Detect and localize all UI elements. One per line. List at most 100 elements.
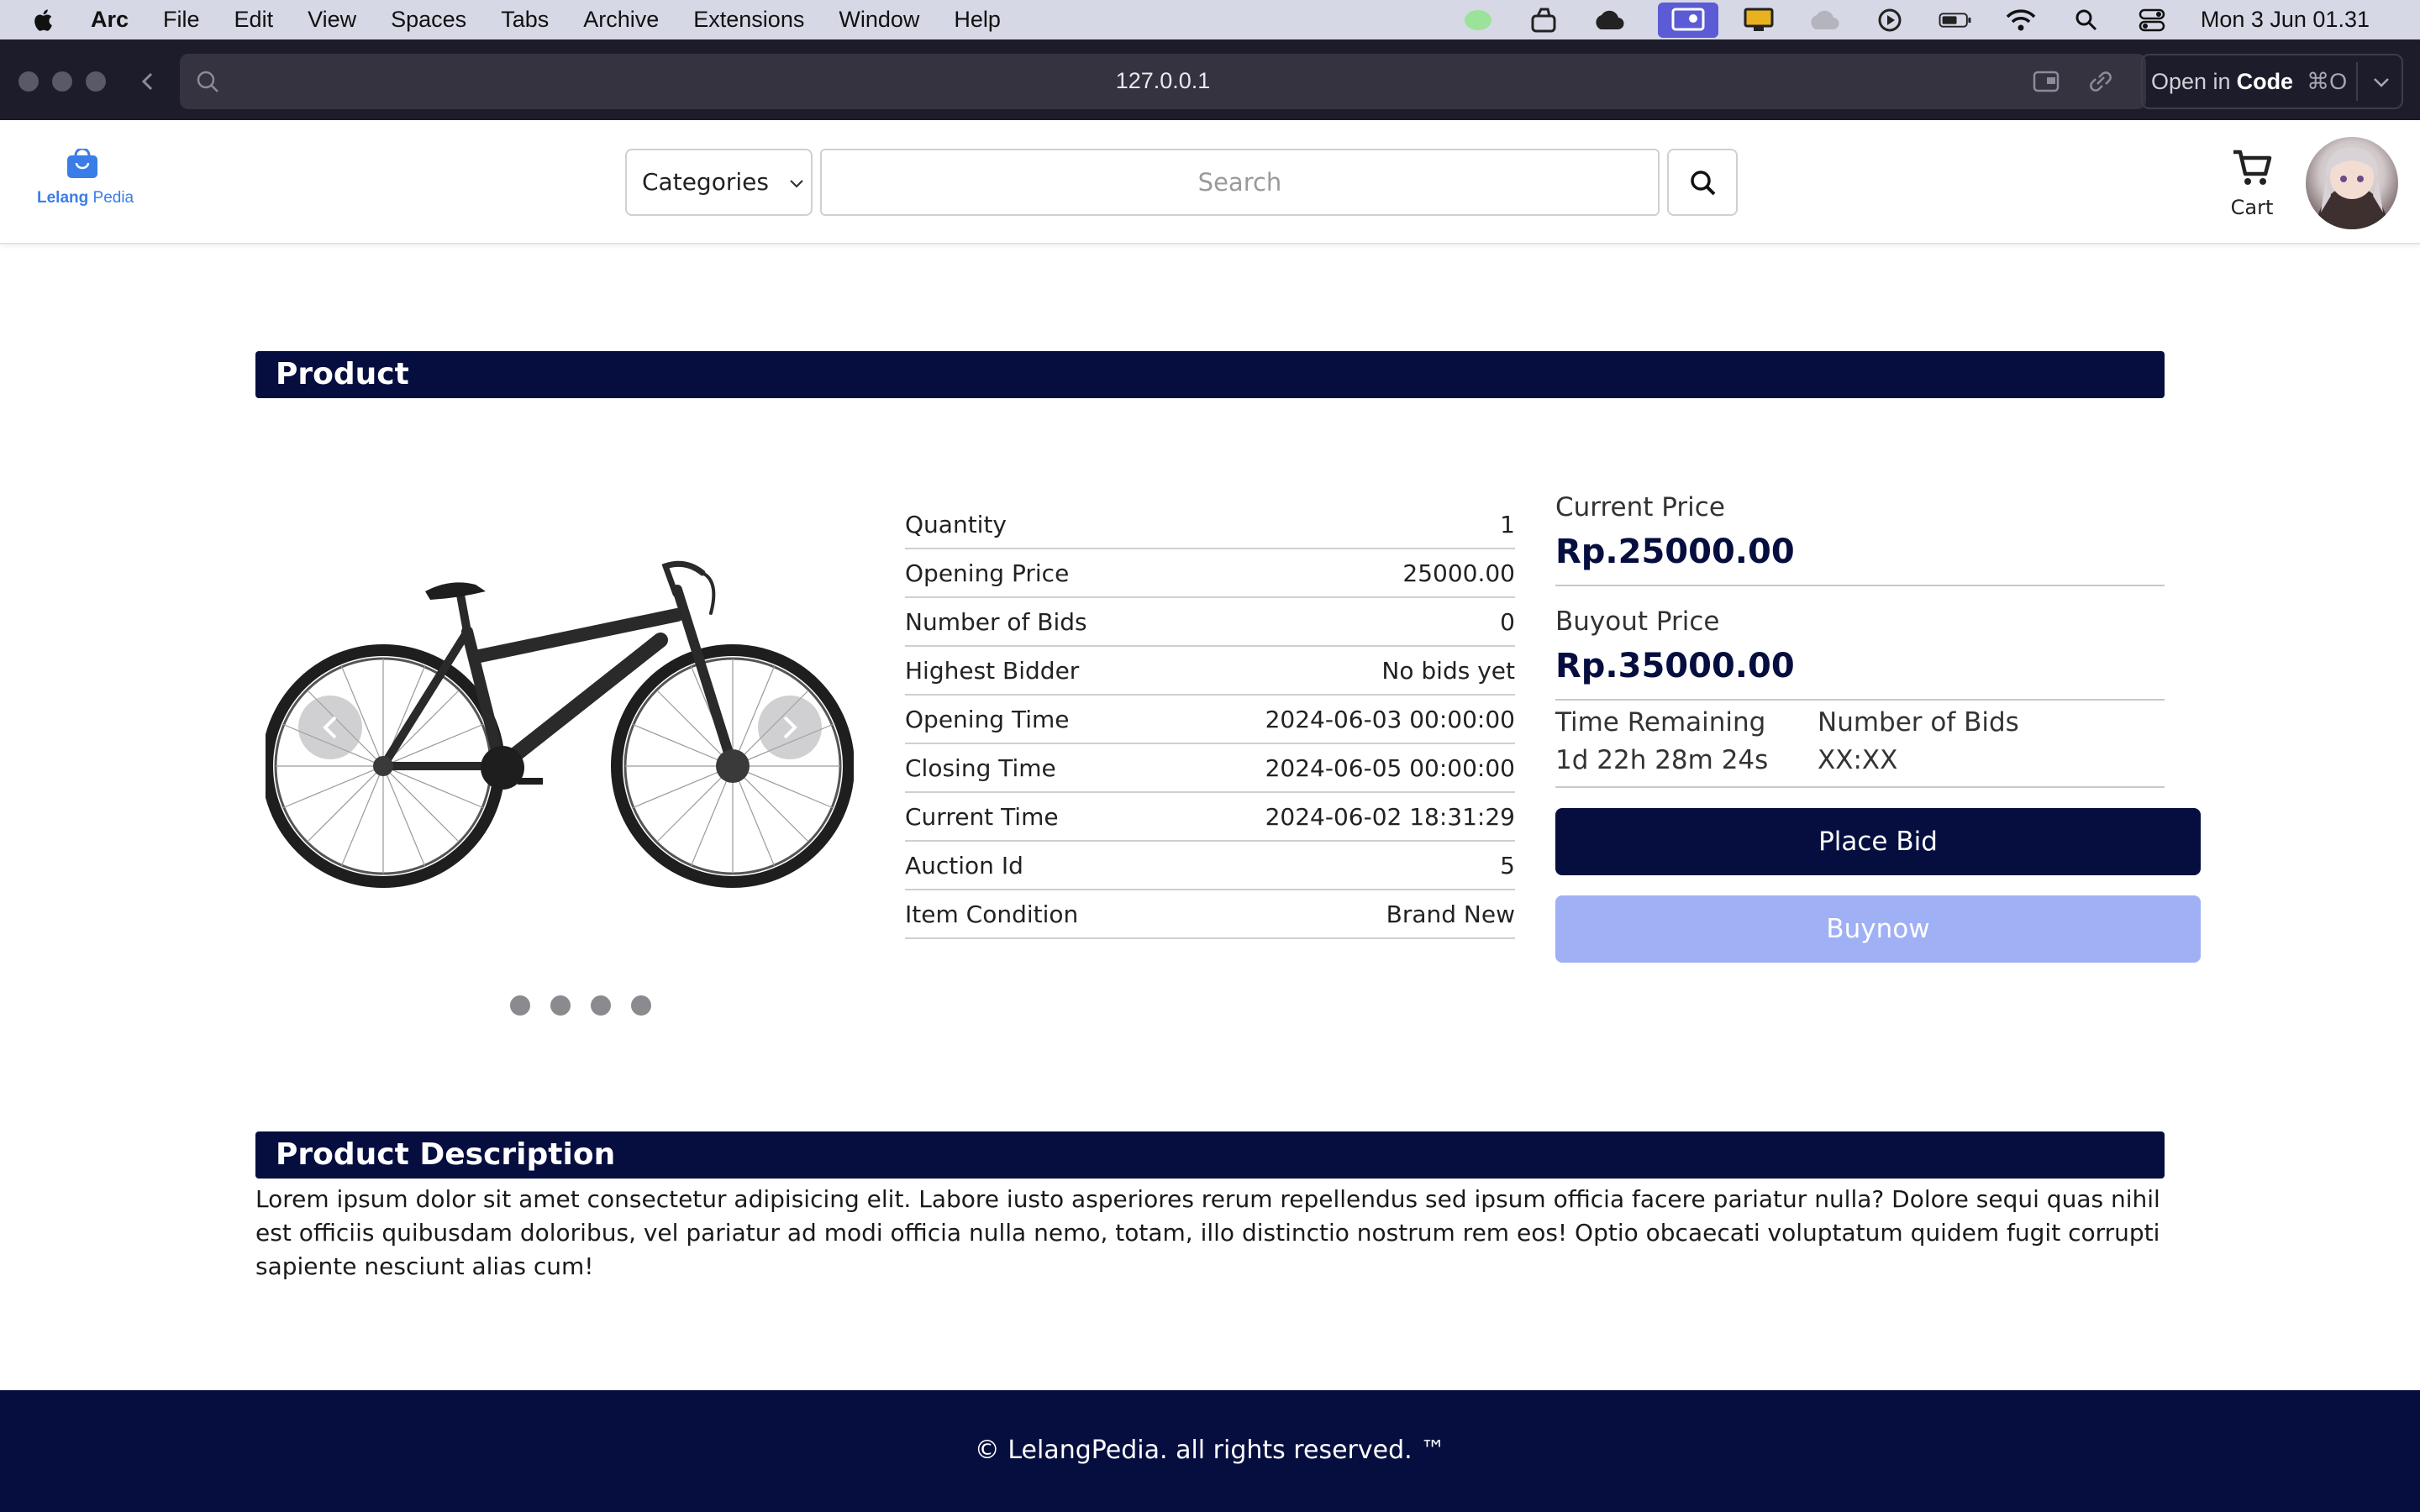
carousel-prev-button[interactable] (298, 696, 362, 759)
detail-label: Current Time (905, 803, 1059, 831)
play-status-icon[interactable] (1873, 7, 1907, 34)
categories-label: Categories (642, 168, 769, 196)
menu-archive[interactable]: Archive (583, 7, 659, 33)
battery-icon[interactable] (1939, 7, 1972, 34)
detail-value: 2024-06-02 18:31:29 (1265, 803, 1515, 831)
divider (2356, 62, 2358, 101)
buyout-price-value: Rp.35000.00 (1555, 647, 1795, 685)
detail-label: Auction Id (905, 852, 1023, 879)
user-avatar[interactable] (2306, 137, 2398, 229)
detail-value: 5 (1500, 852, 1515, 879)
shopping-bag-icon (67, 149, 97, 178)
buynow-button[interactable]: Buynow (1555, 895, 2201, 963)
open-in-shortcut: ⌘O (2307, 68, 2348, 94)
site-footer: © LelangPedia. all rights reserved. ™ (0, 1390, 2420, 1512)
product-description-text: Lorem ipsum dolor sit amet consectetur a… (255, 1185, 2160, 1280)
detail-value: No bids yet (1381, 657, 1515, 685)
carousel-indicator-1[interactable] (510, 995, 530, 1016)
menu-app-name[interactable]: Arc (91, 7, 129, 33)
detail-row-opening-price: Opening Price 25000.00 (905, 549, 1515, 598)
macos-menu-bar: Arc File Edit View Spaces Tabs Archive E… (0, 0, 2420, 39)
spotlight-search-icon[interactable] (2070, 7, 2103, 34)
cart-button[interactable]: Cart (2218, 145, 2286, 221)
menu-file[interactable]: File (163, 7, 200, 33)
number-of-bids-label: Number of Bids (1818, 707, 2019, 738)
detail-value: Brand New (1386, 900, 1515, 928)
back-arrow-icon[interactable] (137, 69, 159, 94)
menu-spaces[interactable]: Spaces (391, 7, 466, 33)
categories-dropdown[interactable]: Categories (625, 149, 813, 216)
detail-row-opening-time: Opening Time 2024-06-03 00:00:00 (905, 696, 1515, 744)
menu-tabs[interactable]: Tabs (501, 7, 549, 33)
cart-icon (2233, 150, 2272, 185)
detail-label: Opening Time (905, 706, 1070, 733)
place-bid-button[interactable]: Place Bid (1555, 808, 2201, 875)
cart-label: Cart (2230, 196, 2274, 219)
detail-label: Item Condition (905, 900, 1079, 928)
search-icon (1691, 171, 1716, 196)
menu-edit[interactable]: Edit (234, 7, 274, 33)
bottle-status-icon[interactable] (1527, 7, 1560, 34)
open-in-label: Open in (2151, 68, 2231, 94)
open-in-code-button[interactable]: Open in Code ⌘O (2141, 54, 2403, 109)
detail-row-auction-id: Auction Id 5 (905, 842, 1515, 890)
detail-row-quantity: Quantity 1 (905, 501, 1515, 549)
logo-text-part1: Lelang (37, 189, 89, 207)
carousel-next-button[interactable] (758, 696, 822, 759)
window-close-button[interactable] (18, 71, 39, 92)
product-section-title: Product (276, 357, 409, 391)
product-section-header: Product (255, 351, 2165, 398)
detail-label: Highest Bidder (905, 657, 1080, 685)
menu-view[interactable]: View (308, 7, 356, 33)
logo-text-part2: Pedia (92, 189, 134, 207)
screen-share-status-icon[interactable] (1657, 2, 1718, 38)
menu-help[interactable]: Help (954, 7, 1001, 33)
apple-logo-icon[interactable] (32, 8, 57, 33)
detail-value: 0 (1500, 608, 1515, 636)
divider (1555, 699, 2165, 701)
menu-window[interactable]: Window (839, 7, 919, 33)
chevron-down-icon[interactable] (2366, 69, 2396, 96)
search-button[interactable] (1667, 149, 1738, 216)
menu-extensions[interactable]: Extensions (693, 7, 804, 33)
icloud-status-icon[interactable] (1807, 7, 1841, 34)
window-minimize-button[interactable] (52, 71, 72, 92)
extension-icon[interactable] (2032, 67, 2062, 96)
window-zoom-button[interactable] (86, 71, 106, 92)
site-header: Lelang Pedia Categories Search Cart (0, 120, 2420, 244)
wifi-icon[interactable] (2004, 7, 2038, 34)
current-price-value: Rp.25000.00 (1555, 533, 1795, 571)
detail-value: 2024-06-03 00:00:00 (1265, 706, 1515, 733)
control-center-icon[interactable] (2135, 7, 2169, 34)
carousel-indicator-2[interactable] (550, 995, 571, 1016)
description-section-title: Product Description (276, 1137, 616, 1172)
display-status-icon[interactable] (1742, 7, 1776, 34)
detail-value: 2024-06-05 00:00:00 (1265, 754, 1515, 782)
carousel-indicator-3[interactable] (591, 995, 611, 1016)
logo-text: Lelang Pedia (37, 189, 134, 207)
description-section-header: Product Description (255, 1131, 2165, 1179)
detail-label: Quantity (905, 511, 1007, 538)
detail-value: 1 (1500, 511, 1515, 538)
detail-row-number-of-bids: Number of Bids 0 (905, 598, 1515, 647)
detail-row-highest-bidder: Highest Bidder No bids yet (905, 647, 1515, 696)
open-in-app-label: Code (2236, 68, 2294, 94)
number-of-bids-value: XX:XX (1818, 745, 1898, 775)
carousel-indicator-4[interactable] (631, 995, 651, 1016)
detail-label: Number of Bids (905, 608, 1087, 636)
search-placeholder: Search (1197, 168, 1282, 197)
detail-value: 25000.00 (1402, 559, 1515, 587)
line-app-status-icon[interactable] (1461, 7, 1495, 34)
detail-row-current-time: Current Time 2024-06-02 18:31:29 (905, 793, 1515, 842)
search-input[interactable]: Search (820, 149, 1660, 216)
copy-link-icon[interactable] (2086, 67, 2116, 96)
detail-label: Closing Time (905, 754, 1056, 782)
cloud-status-icon[interactable] (1592, 7, 1626, 34)
site-logo[interactable]: Lelang Pedia (37, 149, 134, 216)
footer-copyright: © LelangPedia. all rights reserved. ™ (974, 1436, 1446, 1465)
menu-clock[interactable]: Mon 3 Jun 01.31 (2201, 7, 2370, 33)
buyout-price-label: Buyout Price (1555, 606, 1720, 637)
detail-row-closing-time: Closing Time 2024-06-05 00:00:00 (905, 744, 1515, 793)
avatar-image (2314, 147, 2390, 229)
address-bar[interactable]: 127.0.0.1 (180, 54, 2146, 109)
